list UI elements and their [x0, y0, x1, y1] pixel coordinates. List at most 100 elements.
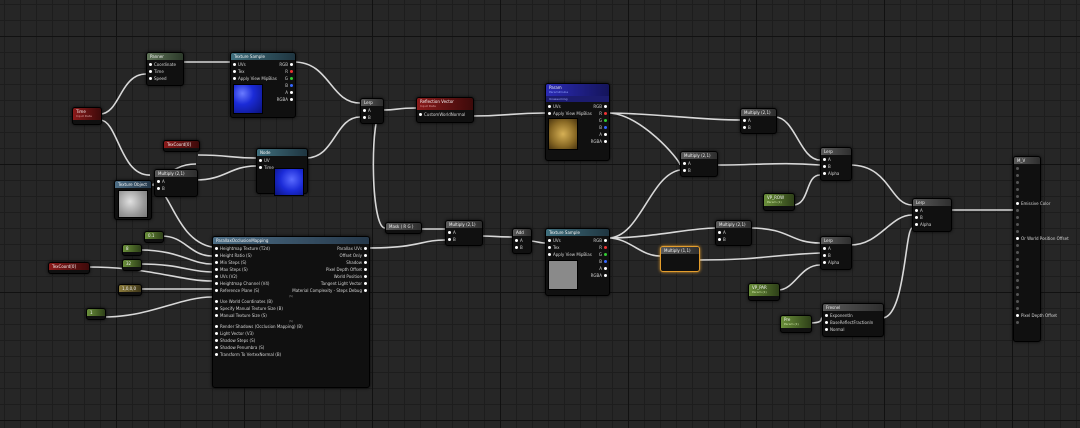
panner-time-pin[interactable]: Time [147, 68, 183, 75]
a-pin[interactable]: A [155, 178, 197, 185]
parallax-uvs-pin[interactable]: Parallax UVs [292, 245, 369, 252]
texture-sample-node[interactable]: Texture Sample UVs Tex Apply View MipBia… [545, 228, 610, 296]
constant-node[interactable]: 0.1 [144, 231, 164, 243]
rgb-pin[interactable]: RGB [277, 61, 295, 68]
world-position-offset-pin[interactable]: Or World Position Offset [1014, 235, 1069, 242]
transform-to-vertex-normal-pin[interactable]: Transform To VertexNormal (B) [213, 351, 369, 358]
g-pin[interactable]: G [277, 75, 295, 82]
scalar-param-node[interactable]: VP_PAR Param (1) [748, 283, 780, 301]
mask-node[interactable]: Mask ( R G ) [385, 222, 422, 234]
a-pin[interactable]: A [741, 117, 776, 124]
a-pin[interactable]: A [821, 245, 851, 252]
b-pin[interactable]: B [591, 258, 609, 265]
multiply-node[interactable]: Multiply (2,1) A B [445, 220, 483, 246]
selected-multiply-node[interactable]: Multiply (1,1) [660, 246, 700, 272]
a-pin[interactable]: A [513, 237, 531, 244]
g-pin[interactable]: G [591, 117, 609, 124]
constant-node[interactable]: 32 [122, 259, 142, 271]
multiply-node[interactable]: Multiply (2,1) A B [740, 108, 777, 134]
alpha-pin[interactable]: Alpha [821, 170, 851, 177]
r-pin[interactable]: R [591, 244, 609, 251]
rgba-pin[interactable]: RGBA [591, 138, 609, 145]
param-texture-node[interactable]: Param Param2Cube Unassuming UVs Apply Vi… [545, 83, 610, 161]
rgba-pin[interactable]: RGBA [277, 96, 295, 103]
b-pin[interactable]: B [821, 163, 851, 170]
scalar-param-node[interactable]: VP_ROW Param (1) [763, 193, 795, 211]
pixel-depth-offset-pin[interactable]: Pixel Depth Offset [292, 266, 369, 273]
b-pin[interactable]: B [716, 236, 751, 243]
alpha-pin[interactable]: Alpha [821, 259, 851, 266]
parallax-occlusion-mapping-node[interactable]: ParallaxOcclusionMapping Heightmap Textu… [212, 236, 370, 388]
a-pin[interactable]: A [716, 229, 751, 236]
constant-node[interactable]: 8 [122, 244, 142, 256]
add-node[interactable]: Add A B [512, 228, 532, 254]
b-pin[interactable]: B [591, 124, 609, 131]
manual-texture-size-toggle-pin[interactable]: Specify Manual Texture Size (B) [213, 305, 369, 312]
panner-speed-pin[interactable]: Speed [147, 75, 183, 82]
base-reflect-pin[interactable]: BaseReflectFractionIn [823, 319, 883, 326]
scalar-param-node[interactable]: Pre Param (1) [780, 315, 812, 333]
a-pin[interactable]: A [913, 207, 951, 214]
r-pin[interactable]: R [277, 68, 295, 75]
exponent-pin[interactable]: ExponentIn [823, 312, 883, 319]
texture-object-node[interactable]: Texture Object [114, 180, 152, 220]
b-pin[interactable]: B [741, 124, 776, 131]
pixel-depth-offset-pin[interactable]: Pixel Depth Offset [1014, 312, 1057, 319]
offset-only-pin[interactable]: Offset Only [292, 252, 369, 259]
complexity-debug-pin[interactable]: Material Complexity - Steps Debug [292, 287, 369, 294]
fresnel-node[interactable]: Fresnel ExponentIn BaseReflectFractionIn… [822, 303, 884, 337]
b-pin[interactable]: B [681, 167, 717, 174]
emissive-color-pin[interactable]: Emissive Color [1014, 200, 1050, 207]
constant-node[interactable]: 1 [86, 308, 106, 320]
uv-pin[interactable]: UV [257, 157, 307, 164]
b-pin[interactable]: B [446, 236, 482, 243]
texture-node[interactable]: Node UV Time [256, 148, 308, 196]
world-position-pin[interactable]: World Position [292, 273, 369, 280]
constant-vector-node[interactable]: 1,0,0,0 [118, 284, 142, 296]
b-pin[interactable]: B [821, 252, 851, 259]
render-shadows-pin[interactable]: Render Shadows (Occlusion Mapping) (B) [213, 323, 369, 330]
rgb-pin[interactable]: RGB [591, 237, 609, 244]
r-pin[interactable]: R [591, 110, 609, 117]
b-pin[interactable]: B [155, 185, 197, 192]
a-pin[interactable]: A [446, 229, 482, 236]
multiply-node[interactable]: Multiply (2,1) A B [154, 169, 198, 197]
lerp-node[interactable]: Lerp A B Alpha [820, 236, 852, 270]
shadow-penumbra-pin[interactable]: Shadow Penumbra (S) [213, 344, 369, 351]
alpha-pin[interactable]: Alpha [913, 221, 951, 228]
material-result-node[interactable]: M_V Emissive Color Or World Position Off… [1013, 156, 1069, 342]
small-lerp-node[interactable]: Lerp A B [360, 98, 384, 124]
rgba-pin[interactable]: RGBA [591, 272, 609, 279]
panner-coordinate-pin[interactable]: Coordinate [147, 61, 183, 68]
b-pin[interactable]: B [513, 244, 531, 251]
texture-sample-node[interactable]: Texture Sample UVs Tex Apply View MipBia… [230, 52, 296, 118]
b-pin[interactable]: B [277, 82, 295, 89]
rgb-pin[interactable]: RGB [591, 103, 609, 110]
multiply-node[interactable]: Multiply (2,1) A B [715, 220, 752, 246]
custom-world-normal-pin[interactable]: CustomWorldNormal [417, 111, 473, 118]
texcoord-node[interactable]: TexCoord[0] [163, 140, 200, 152]
a-pin[interactable]: A [591, 131, 609, 138]
b-pin[interactable]: B [913, 214, 951, 221]
tangent-light-vector-pin[interactable]: Tangent Light Vector [292, 280, 369, 287]
shadow-steps-pin[interactable]: Shadow Steps (S) [213, 337, 369, 344]
g-pin[interactable]: G [591, 251, 609, 258]
material-graph-canvas[interactable]: Panner Coordinate Time Speed Texture Sam… [0, 0, 1080, 428]
a-pin[interactable]: A [681, 160, 717, 167]
normal-pin[interactable]: Normal [823, 326, 883, 333]
a-pin[interactable]: A [591, 265, 609, 272]
texcoord-node[interactable]: TexCoord[0] [48, 262, 90, 274]
multiply-node[interactable]: Multiply (2,1) A B [680, 151, 718, 177]
light-vector-pin[interactable]: Light Vector (V3) [213, 330, 369, 337]
shadow-pin[interactable]: Shadow [292, 259, 369, 266]
b-pin[interactable]: B [361, 114, 383, 121]
a-pin[interactable]: A [361, 107, 383, 114]
manual-texture-size-pin[interactable]: Manual Texture Size (S) [213, 312, 369, 319]
lerp-node[interactable]: Lerp A B Alpha [820, 147, 852, 181]
main-lerp-node[interactable]: Lerp A B Alpha [912, 198, 952, 232]
panner-node[interactable]: Panner Coordinate Time Speed [146, 52, 184, 86]
a-pin[interactable]: A [821, 156, 851, 163]
use-world-coordinates-pin[interactable]: Use World Coordinates (B) [213, 298, 369, 305]
time-node[interactable]: Time Input Data [72, 107, 102, 125]
reflection-vector-node[interactable]: Reflection Vector Input Data CustomWorld… [416, 97, 474, 123]
